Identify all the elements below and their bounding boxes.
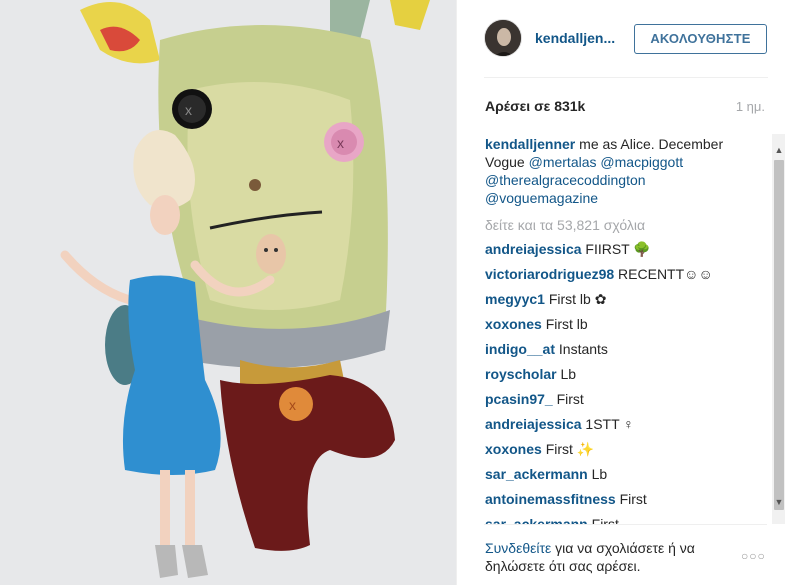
comment-text: First [619, 491, 647, 507]
post-caption: kendalljenner me as Alice. December Vogu… [485, 135, 755, 207]
svg-text:x: x [289, 397, 296, 413]
comment-username[interactable]: indigo__at [485, 341, 555, 357]
post-username[interactable]: kendalljen... [535, 30, 645, 46]
comment-row: andreiajessica 1STT ♀ [485, 415, 755, 440]
comment-username[interactable]: antoinemassfitness [485, 491, 616, 507]
photo-illustration: x x x [0, 0, 456, 585]
avatar[interactable] [484, 19, 522, 57]
comment-row: megyyc1 First lb ✿ [485, 290, 755, 315]
comment-row: andreiajessica FIIRST 🌳 [485, 240, 755, 265]
comment-username[interactable]: megyyc1 [485, 291, 545, 307]
mention-link[interactable]: @mertalas [529, 154, 597, 170]
comment-row: pcasin97_ First [485, 390, 755, 415]
comment-username[interactable]: pcasin97_ [485, 391, 553, 407]
post-details-panel: kendalljen... ΑΚΟΛΟΥΘΗΣΤΕ Αρέσει σε 831k… [456, 0, 785, 585]
comment-username[interactable]: andreiajessica [485, 241, 582, 257]
comment-text: FIIRST 🌳 [585, 241, 651, 257]
comment-username[interactable]: royscholar [485, 366, 557, 382]
comment-text: First lb ✿ [548, 291, 607, 307]
comment-row: victoriarodriguez98 RECENTT☺☺ [485, 265, 755, 290]
comment-text: First lb [545, 316, 588, 332]
comment-row: indigo__at Instants [485, 340, 755, 365]
mention-link[interactable]: @therealgracecoddington [485, 172, 646, 188]
comments-list[interactable]: kendalljenner me as Alice. December Vogu… [485, 135, 755, 525]
view-all-comments-link[interactable]: δείτε και τα 53,821 σχόλια [485, 216, 755, 234]
caption-username[interactable]: kendalljenner [485, 136, 575, 152]
comment-text: First [556, 391, 584, 407]
more-options-icon[interactable]: ○○○ [741, 549, 766, 563]
scroll-thumb[interactable] [774, 160, 784, 510]
comment-row: antoinemassfitness First [485, 490, 755, 515]
follow-button[interactable]: ΑΚΟΛΟΥΘΗΣΤΕ [634, 24, 767, 54]
mention-link[interactable]: @macpiggott [600, 154, 683, 170]
svg-text:x: x [337, 135, 344, 151]
avatar-image [485, 20, 521, 56]
comment-username[interactable]: xoxones [485, 441, 542, 457]
comment-row: sar_ackermann Lb [485, 465, 755, 490]
comment-username[interactable]: victoriarodriguez98 [485, 266, 614, 282]
comment-username[interactable]: andreiajessica [485, 416, 582, 432]
footer-divider [484, 524, 767, 525]
comment-username[interactable]: xoxones [485, 316, 542, 332]
header-divider [484, 77, 768, 78]
comments-scrollbar[interactable]: ▲ ▼ [772, 134, 785, 524]
comment-text: RECENTT☺☺ [618, 266, 713, 282]
comment-text: Lb [560, 366, 577, 382]
comment-username[interactable]: sar_ackermann [485, 466, 588, 482]
scroll-down-icon[interactable]: ▼ [772, 494, 785, 510]
likes-count[interactable]: Αρέσει σε 831k [485, 98, 585, 114]
comment-text: Lb [591, 466, 608, 482]
svg-text:x: x [185, 102, 192, 118]
mention-link[interactable]: @voguemagazine [485, 190, 598, 206]
comment-text: 1STT ♀ [585, 416, 634, 432]
comment-text: Instants [558, 341, 608, 357]
login-link[interactable]: Συνδεθείτε [485, 540, 551, 556]
comment-row: xoxones First ✨ [485, 440, 755, 465]
post-photo[interactable]: x x x [0, 0, 456, 585]
scroll-up-icon[interactable]: ▲ [772, 142, 785, 158]
comment-row: royscholar Lb [485, 365, 755, 390]
login-prompt: Συνδεθείτε για να σχολιάσετε ή να δηλώσε… [485, 539, 725, 575]
comment-text: First ✨ [545, 441, 595, 457]
post-header: kendalljen... ΑΚΟΛΟΥΘΗΣΤΕ [457, 0, 785, 78]
comment-row: xoxones First lb [485, 315, 755, 340]
post-time[interactable]: 1 ημ. [736, 99, 765, 114]
